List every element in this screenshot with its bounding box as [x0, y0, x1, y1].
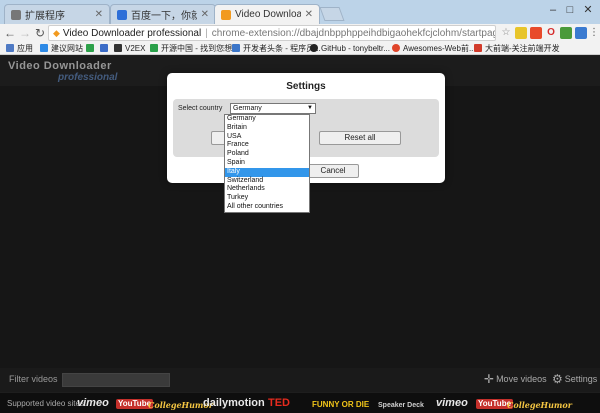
bookmark-green-icon — [86, 44, 94, 52]
forward-icon[interactable]: → — [18, 26, 32, 40]
bookmark-label: 大前端-关注前端开发 — [485, 43, 560, 53]
bookmark-label: 应用 — [17, 43, 33, 53]
tab-label: 扩展程序 — [25, 11, 65, 22]
supported-sites-bar: Supported video sites: vimeo YouTube Col… — [0, 393, 600, 413]
country-option[interactable]: Netherlands — [225, 185, 309, 194]
country-option[interactable]: Italy — [225, 167, 309, 177]
country-label: Select country — [178, 105, 223, 112]
bookmark-awesomes[interactable]: Awesomes-Web前... — [392, 42, 476, 54]
bookmark-label: V2EX — [125, 43, 146, 53]
country-option[interactable]: USA — [225, 133, 309, 142]
extension-yellow-icon[interactable] — [515, 27, 527, 39]
extension-blue-icon[interactable] — [575, 27, 587, 39]
bookmark-label: 建议网站 — [51, 43, 83, 53]
oschina-icon — [150, 44, 158, 52]
puzzle-icon — [11, 9, 21, 20]
move-icon: ✛ — [484, 371, 495, 386]
star-icon[interactable]: ☆ — [500, 27, 512, 39]
video-downloader-icon — [221, 9, 231, 20]
awesomes-icon — [392, 44, 400, 52]
extension-icon: ◆ — [53, 27, 60, 38]
tab-baidu[interactable]: 百度一下，你就知道 ✕ — [110, 4, 216, 24]
bookmark-daqianduan[interactable]: 大前端-关注前端开发 — [474, 42, 560, 54]
reset-all-button[interactable]: Reset all — [319, 131, 401, 145]
url-separator: | — [205, 27, 208, 39]
supported-sites-label: Supported video sites: — [7, 399, 87, 408]
bookmark-green[interactable] — [86, 42, 97, 54]
github-icon — [310, 44, 318, 52]
move-videos-button[interactable]: ✛ Move videos — [484, 371, 547, 386]
reload-icon[interactable]: ↻ — [33, 26, 47, 40]
bookmark-label: GitHub - tonybeltr... — [321, 43, 390, 53]
site-logo-ted: TED — [268, 397, 290, 409]
country-option[interactable]: All other countries — [225, 203, 309, 212]
site-logo-speakerdeck: Speaker Deck — [378, 402, 424, 409]
settings-label: Settings — [564, 374, 598, 384]
bookmark-suggested[interactable]: 建议网站 — [40, 42, 83, 54]
extension-green-icon[interactable] — [560, 27, 572, 39]
url-text: chrome-extension://dbajdnbpphppeihdbigao… — [211, 27, 495, 39]
bookmark-blue[interactable] — [100, 42, 111, 54]
back-icon[interactable]: ← — [3, 26, 17, 40]
filter-input[interactable] — [62, 373, 170, 387]
close-icon[interactable]: ✕ — [305, 9, 313, 20]
country-option[interactable]: Poland — [225, 150, 309, 159]
site-logo-funnyordie: FUNNY OR DIE — [312, 400, 370, 409]
apps-icon — [6, 44, 14, 52]
tab-video-downloader[interactable]: Video Downloader pro ✕ — [214, 4, 320, 24]
country-select[interactable]: Germany ▼ — [230, 103, 316, 114]
address-bar[interactable]: ◆ Video Downloader professional | chrome… — [48, 25, 496, 41]
bookmark-blue-icon — [100, 44, 108, 52]
v2ex-icon — [114, 44, 122, 52]
country-option[interactable]: France — [225, 141, 309, 150]
app-footer: Filter videos ✛ Move videos ⚙ Settings — [0, 368, 600, 392]
filter-label: Filter videos — [9, 374, 58, 384]
window-close-icon[interactable]: ✕ — [580, 2, 596, 18]
extension-name: Video Downloader professional — [62, 27, 202, 39]
gear-icon: ⚙ — [552, 371, 563, 386]
bookmark-toutiao[interactable]: 开发者头条 - 程序员... — [232, 42, 321, 54]
bookmarks-bar: 应用 建议网站 V2EX 开源中国 - 找到您想... 开发者头条 - 程序员.… — [0, 42, 600, 55]
move-videos-label: Move videos — [496, 374, 547, 384]
close-icon[interactable]: ✕ — [95, 9, 103, 20]
daqianduan-icon — [474, 44, 482, 52]
bookmark-label: 开源中国 - 找到您想... — [161, 43, 239, 53]
menu-icon[interactable]: ⋮ — [588, 27, 600, 39]
bookmark-apps[interactable]: 应用 — [6, 42, 33, 54]
baidu-icon — [117, 9, 127, 20]
tab-extensions[interactable]: 扩展程序 ✕ — [4, 4, 110, 24]
new-tab-button[interactable] — [319, 7, 345, 21]
country-option[interactable]: Britain — [225, 124, 309, 133]
minimize-icon[interactable]: – — [545, 2, 561, 18]
tab-strip: 扩展程序 ✕ 百度一下，你就知道 ✕ Video Downloader pro … — [0, 0, 600, 24]
country-option[interactable]: Switzerland — [225, 177, 309, 186]
country-option[interactable]: Spain — [225, 159, 309, 168]
toutiao-icon — [232, 44, 240, 52]
browser-toolbar: ← → ↻ ◆ Video Downloader professional | … — [0, 24, 600, 42]
bookmark-label: Awesomes-Web前... — [403, 43, 476, 53]
close-icon[interactable]: ✕ — [201, 9, 209, 20]
site-logo-collegehumor-2: CollegeHumor — [507, 400, 572, 410]
maximize-icon[interactable]: □ — [562, 2, 578, 18]
settings-button[interactable]: ⚙ Settings — [552, 371, 598, 386]
country-option[interactable]: Germany — [225, 115, 309, 124]
cancel-button[interactable]: Cancel — [307, 164, 359, 178]
site-logo-vimeo-2: vimeo — [436, 397, 468, 409]
dialog-title: Settings — [286, 81, 326, 92]
bookmark-oschina[interactable]: 开源中国 - 找到您想... — [150, 42, 239, 54]
tab-label: 百度一下，你就知道 — [131, 11, 197, 22]
chevron-down-icon: ▼ — [307, 105, 313, 111]
extension-red-icon[interactable] — [530, 27, 542, 39]
bookmark-github[interactable]: GitHub - tonybeltr... — [310, 42, 390, 54]
opera-icon[interactable]: O — [545, 27, 557, 39]
site-logo-vimeo: vimeo — [77, 397, 109, 409]
site-logo-dailymotion: dailymotion — [203, 397, 265, 409]
selected-country: Germany — [233, 105, 262, 112]
tab-label: Video Downloader pro — [235, 9, 301, 20]
country-option[interactable]: Turkey — [225, 194, 309, 203]
country-dropdown-list[interactable]: Germany Britain USA France Poland Spain Italy S… — [224, 114, 310, 213]
bookmark-v2ex[interactable]: V2EX — [114, 42, 145, 54]
ie-icon — [40, 44, 48, 52]
